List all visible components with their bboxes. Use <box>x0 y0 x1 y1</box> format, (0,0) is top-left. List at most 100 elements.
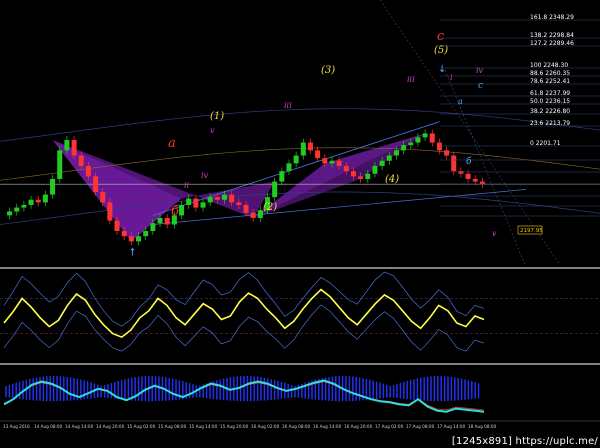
wave-label-i: i <box>450 73 453 82</box>
candle-body <box>14 207 20 212</box>
candle-body <box>164 217 170 225</box>
time-axis: 13 Aug 2016 14 Aug 08:00 14 Aug 14:00 14 Au… <box>0 420 600 429</box>
time-tick-label: 15 Aug 20:00 <box>220 424 249 429</box>
candle-body <box>243 204 249 213</box>
candle-body <box>64 139 70 151</box>
fibonacci-levels: 161.8 2348.29 138.2 2298.84127.2 2289.46 1… <box>440 14 600 217</box>
candle-body <box>307 142 313 151</box>
candle-body <box>214 197 220 200</box>
wave-label-ii: ii <box>184 181 190 190</box>
candle-body <box>422 133 428 138</box>
candle-body <box>300 142 306 156</box>
candle-body <box>179 204 185 216</box>
wave-label-a2: a <box>458 97 463 106</box>
candle-body <box>21 204 27 208</box>
wave-label-4: (4) <box>385 174 399 185</box>
candle-body <box>107 202 113 221</box>
fib-label: 23.6 2213.79 <box>530 120 570 127</box>
candle-body <box>444 150 450 156</box>
wave-label-iii-2: iii <box>407 75 415 84</box>
candle-body <box>35 199 41 203</box>
wave-label-3: (3) <box>321 65 335 76</box>
candle-body <box>193 198 199 208</box>
candle-body <box>329 160 335 164</box>
arrow-down-icon: ↓ <box>438 64 446 75</box>
candle-body <box>85 165 91 177</box>
envelope-upper <box>0 108 600 142</box>
wave-label-v-2: v <box>492 229 497 238</box>
stoch-main-line <box>3 288 485 339</box>
candle-body <box>472 178 478 182</box>
candle-body <box>350 171 356 177</box>
arrow-up-icon: ↑ <box>128 247 136 258</box>
candle-body <box>93 176 99 192</box>
candle-body <box>57 150 63 179</box>
stoch-band-lower <box>3 304 485 352</box>
candle-body <box>286 163 292 172</box>
candle-body <box>42 194 48 203</box>
wave-label-c2: c <box>478 81 483 91</box>
chart-canvas: ↑↓ 161.8 2348.29138.2 2298.84127.2 2289.… <box>0 0 600 429</box>
time-tick-label: 16 Aug 02:00 <box>251 424 280 429</box>
fib-label: 61.8 2237.99 <box>530 90 570 97</box>
candle-body <box>143 230 149 237</box>
oscillator-panel-2[interactable] <box>3 376 485 413</box>
candle-body <box>136 236 142 242</box>
candle-body <box>458 171 464 174</box>
candle-body <box>322 158 328 164</box>
wave-label-iii: iii <box>284 101 292 110</box>
time-tick-label: 17 Aug 14:00 <box>437 424 466 429</box>
price-tag-label: 2197.95 <box>520 228 543 234</box>
candle-body <box>150 223 156 231</box>
candle-body <box>114 220 120 231</box>
time-tick-label: 15 Aug 02:00 <box>127 424 156 429</box>
candle-body <box>358 176 364 179</box>
watermark: [1245x891] https://uplc.me/ <box>451 436 598 447</box>
time-tick-label: 15 Aug 14:00 <box>189 424 218 429</box>
oscillator-panel-1[interactable] <box>0 271 600 352</box>
candle-body <box>451 155 457 172</box>
candle-body <box>343 165 349 172</box>
fib-label: 127.2 2289.46 <box>530 40 574 47</box>
time-tick-label: 17 Aug 02:00 <box>375 424 404 429</box>
candle-body <box>222 194 228 200</box>
wave-label-iv-2: iv <box>476 66 484 75</box>
time-tick-label: 14 Aug 20:00 <box>96 424 125 429</box>
candle-body <box>365 173 371 179</box>
candle-body <box>250 212 256 218</box>
candle-body <box>28 199 34 205</box>
wave-label-v: v <box>210 126 215 135</box>
projection-line-2 <box>444 69 526 266</box>
wave-label-1: (1) <box>210 111 224 122</box>
time-tick-label: 14 Aug 14:00 <box>65 424 94 429</box>
candle-body <box>315 150 321 159</box>
candle-body <box>100 191 106 203</box>
fib-label: 100 2248.30 <box>530 62 568 69</box>
candle-body <box>293 155 299 164</box>
candle-body <box>78 155 84 166</box>
candle-body <box>207 197 213 203</box>
candle-body <box>436 142 442 151</box>
current-price-tag: 2197.95 <box>517 225 543 235</box>
fib-label: 0 2201.71 <box>530 140 561 147</box>
wave-label-5: (5) <box>434 45 448 56</box>
candle-body <box>186 198 192 205</box>
candle-body <box>128 236 134 242</box>
price-panel[interactable]: ↑↓ <box>0 0 600 365</box>
fib-label: 38.2 2226.80 <box>530 108 570 115</box>
candle-body <box>50 178 56 195</box>
fib-label: 78.6 2252.41 <box>530 78 570 85</box>
time-tick-label: 16 Aug 20:00 <box>344 424 373 429</box>
fib-label: 161.8 2348.29 <box>530 14 574 21</box>
candle-body <box>200 202 206 208</box>
candle-body <box>386 155 392 161</box>
wave-labels: a б (1) (2) (3) (4) (5) c a б c iii iii … <box>168 29 497 238</box>
wave-label-a: a <box>168 136 176 151</box>
candle-body <box>157 217 163 224</box>
candle-body <box>465 173 471 179</box>
wave-label-iv: iv <box>201 171 209 180</box>
candle-body <box>408 142 414 146</box>
fib-label: 138.2 2298.84 <box>530 32 574 39</box>
candle-body <box>429 133 435 143</box>
time-tick-label: 17 Aug 08:00 <box>406 424 435 429</box>
